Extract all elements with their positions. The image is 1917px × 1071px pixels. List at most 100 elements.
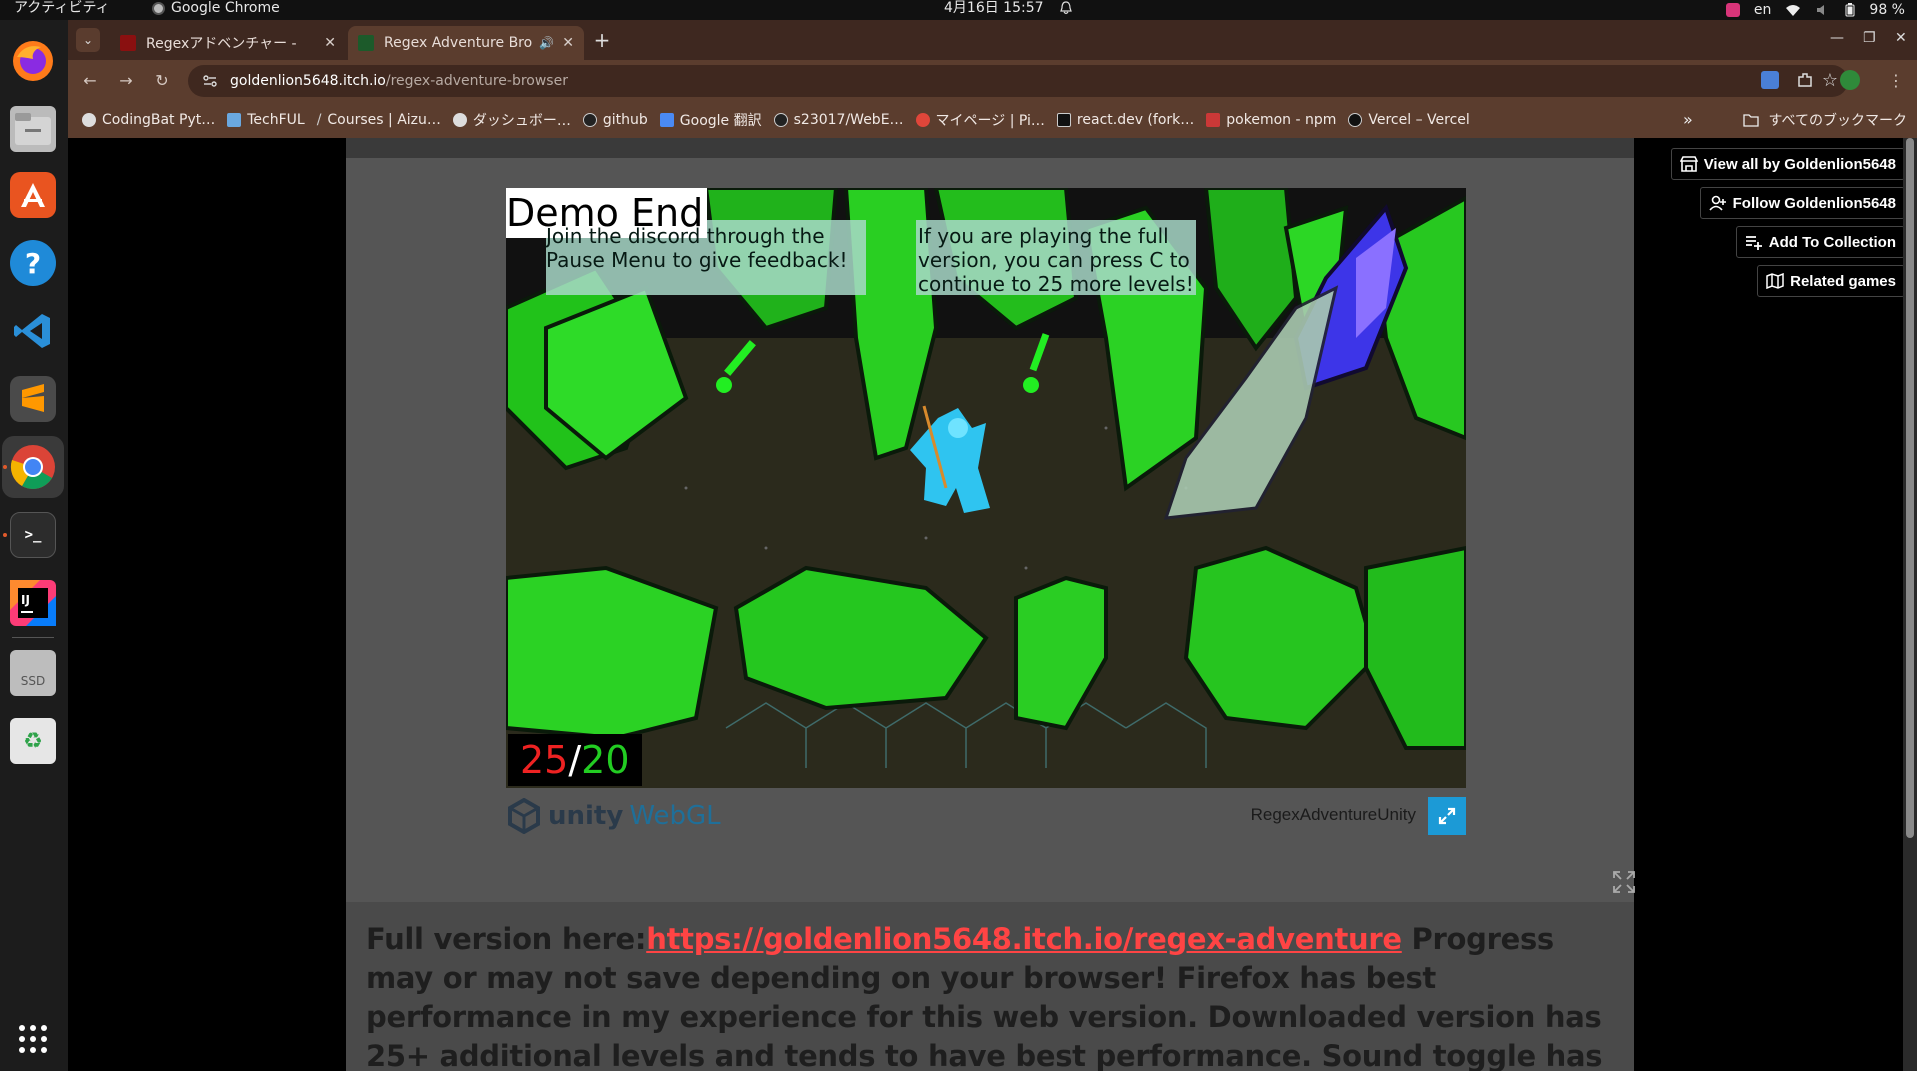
back-icon[interactable]: ← bbox=[78, 69, 102, 93]
bookmark-label: ダッシュボー… bbox=[472, 113, 571, 129]
page-scrollbar[interactable] bbox=[1903, 138, 1917, 1071]
new-tab-button[interactable]: + bbox=[590, 28, 614, 52]
vercel-icon bbox=[1348, 113, 1363, 127]
level-total: 20 bbox=[581, 738, 630, 782]
bookmark-label: CodingBat Pyt… bbox=[102, 112, 216, 128]
tab-regex-jp[interactable]: Regexアドベンチャー - ✕ bbox=[110, 26, 346, 60]
add-to-collection-button[interactable]: Add To Collection bbox=[1735, 226, 1905, 258]
full-version-link[interactable]: https://goldenlion5648.itch.io/regex-adv… bbox=[646, 922, 1402, 956]
tab-strip: ⌄ Regexアドベンチャー - ✕ Regex Adventure Bro 🔊… bbox=[68, 20, 1917, 60]
battery-icon bbox=[1845, 3, 1855, 17]
github-icon bbox=[582, 113, 597, 127]
profile-avatar[interactable] bbox=[1840, 70, 1860, 90]
forward-icon[interactable]: → bbox=[114, 69, 138, 93]
related-games-button[interactable]: Related games bbox=[1757, 265, 1905, 297]
restore-icon[interactable]: ❐ bbox=[1863, 30, 1876, 46]
chrome-window: ⌄ Regexアドベンチャー - ✕ Regex Adventure Bro 🔊… bbox=[68, 20, 1917, 1071]
tab-regex-adventure-browser[interactable]: Regex Adventure Bro 🔊 ✕ bbox=[348, 26, 584, 60]
follow-button[interactable]: Follow Goldenlion5648 bbox=[1699, 187, 1905, 219]
bookmark-item[interactable]: TechFUL bbox=[227, 112, 305, 128]
bookmark-item[interactable]: マイページ | Pi… bbox=[915, 110, 1045, 130]
user-plus-icon bbox=[1709, 195, 1726, 211]
bookmark-favicon bbox=[227, 113, 242, 127]
battery-percent: 98 % bbox=[1869, 2, 1905, 18]
tab-favicon bbox=[358, 35, 374, 51]
npm-icon bbox=[1206, 113, 1221, 127]
level-separator: / bbox=[568, 738, 582, 782]
sublime-text-icon[interactable] bbox=[10, 376, 56, 422]
bookmark-item[interactable]: pokemon - npm bbox=[1206, 112, 1336, 128]
input-method[interactable]: en bbox=[1754, 2, 1772, 18]
bookmark-label: マイページ | Pi… bbox=[935, 113, 1045, 129]
folder-icon bbox=[1742, 114, 1759, 127]
show-apps-grid-icon[interactable] bbox=[10, 1016, 56, 1062]
wifi-icon bbox=[1786, 5, 1801, 16]
extension-icon[interactable] bbox=[1761, 71, 1779, 89]
game-canvas[interactable]: Demo End Join the discord through the Pa… bbox=[506, 188, 1466, 788]
view-all-button[interactable]: View all by Goldenlion5648 bbox=[1670, 148, 1905, 180]
activities-button[interactable]: アクティビティ bbox=[14, 0, 110, 17]
minimize-icon[interactable]: — bbox=[1830, 30, 1844, 46]
bookmark-item[interactable]: react.dev (fork… bbox=[1056, 112, 1195, 128]
creator-actions: View all by Goldenlion5648 Follow Golden… bbox=[1670, 148, 1905, 297]
svg-text:IJ: IJ bbox=[21, 593, 30, 607]
site-settings-icon[interactable] bbox=[202, 73, 218, 89]
reload-icon[interactable]: ↻ bbox=[150, 69, 174, 93]
system-top-bar: アクティビティ Google Chrome 4月16日 15:57 en 98 … bbox=[0, 0, 1917, 20]
all-bookmarks-label: すべてのブックマーク bbox=[1768, 113, 1907, 129]
close-window-icon[interactable]: ✕ bbox=[1895, 30, 1907, 46]
bookmark-item[interactable]: / Courses | Aizu… bbox=[317, 112, 441, 128]
bookmark-favicon bbox=[452, 113, 467, 127]
notification-bell-icon bbox=[1060, 1, 1072, 15]
more-bookmarks-chevron-icon[interactable]: » bbox=[1683, 110, 1693, 129]
page-content: Demo End Join the discord through the Pa… bbox=[68, 138, 1917, 1071]
indicator-app-icon[interactable] bbox=[1725, 3, 1740, 17]
bookmark-label: Courses | Aizu… bbox=[327, 112, 441, 128]
files-icon[interactable] bbox=[10, 106, 56, 152]
intellij-icon[interactable]: IJ bbox=[10, 580, 56, 626]
bookmark-item[interactable]: Google 翻訳 bbox=[659, 110, 762, 130]
trash-icon[interactable]: ♻ bbox=[10, 718, 56, 764]
all-bookmarks-button[interactable]: すべてのブックマーク bbox=[1742, 102, 1907, 138]
fullscreen-expand-icon[interactable] bbox=[1612, 870, 1636, 894]
chrome-menu-icon[interactable]: ⋮ bbox=[1884, 69, 1908, 93]
tab-close-icon[interactable]: ✕ bbox=[562, 35, 574, 51]
tab-title: Regex Adventure Bro bbox=[384, 35, 533, 51]
tab-search-chevron-icon[interactable]: ⌄ bbox=[76, 28, 100, 52]
extensions-puzzle-icon[interactable] bbox=[1796, 71, 1814, 89]
bookmark-item[interactable]: ダッシュボー… bbox=[452, 110, 571, 130]
volume-icon bbox=[1817, 5, 1825, 15]
bookmark-item[interactable]: github bbox=[582, 112, 648, 128]
firefox-icon[interactable] bbox=[10, 38, 56, 84]
bookmark-label: react.dev (fork… bbox=[1076, 112, 1195, 128]
description-prefix: Full version here: bbox=[366, 922, 647, 956]
view-all-label: View all by Goldenlion5648 bbox=[1703, 155, 1896, 173]
bookmark-item[interactable]: s23017/WebE… bbox=[773, 112, 904, 128]
ssd-drive-icon[interactable]: SSD bbox=[10, 650, 56, 696]
terminal-icon[interactable]: >_ bbox=[10, 512, 56, 558]
address-bar[interactable]: goldenlion5648.itch.io/regex-adventure-b… bbox=[188, 65, 1848, 97]
bookmark-star-icon[interactable]: ☆ bbox=[1822, 70, 1838, 91]
expand-arrows-icon bbox=[1438, 807, 1456, 825]
tab-audio-icon[interactable]: 🔊 bbox=[539, 36, 554, 50]
tab-close-icon[interactable]: ✕ bbox=[324, 35, 336, 51]
bookmark-item[interactable]: CodingBat Pyt… bbox=[82, 112, 215, 128]
system-tray[interactable]: en 98 % bbox=[1725, 0, 1905, 20]
bookmarks-bar: CodingBat Pyt… TechFUL / Courses | Aizu… … bbox=[68, 102, 1917, 138]
header-band bbox=[346, 138, 1634, 158]
level-current: 25 bbox=[520, 738, 569, 782]
add-collection-label: Add To Collection bbox=[1768, 233, 1896, 251]
bookmark-favicon bbox=[1056, 113, 1071, 127]
clock[interactable]: 4月16日 15:57 bbox=[944, 0, 1044, 17]
help-icon[interactable]: ? bbox=[10, 240, 56, 286]
chrome-icon[interactable] bbox=[10, 444, 56, 490]
bookmark-item[interactable]: Vercel – Vercel bbox=[1348, 112, 1470, 128]
app-center-icon[interactable] bbox=[10, 172, 56, 218]
webgl-text: WebGL bbox=[629, 801, 721, 831]
tab-favicon bbox=[120, 35, 136, 51]
scrollbar-thumb[interactable] bbox=[1906, 138, 1914, 838]
app-menu[interactable]: Google Chrome bbox=[152, 0, 280, 17]
bookmark-label: Google 翻訳 bbox=[679, 113, 762, 129]
fullscreen-button[interactable] bbox=[1428, 797, 1466, 835]
vscode-icon[interactable] bbox=[10, 308, 56, 354]
